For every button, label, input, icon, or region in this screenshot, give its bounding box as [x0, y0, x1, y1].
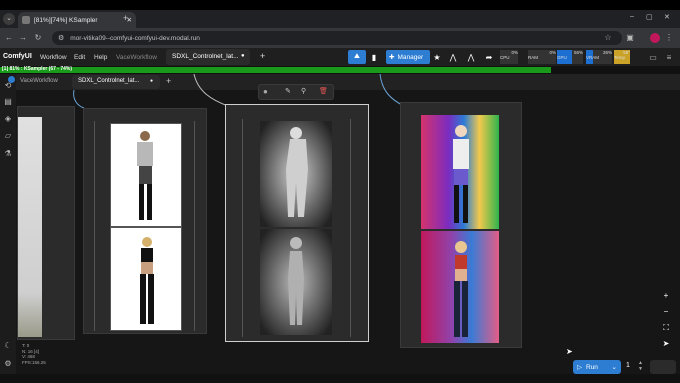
- pin-icon[interactable]: ✎: [285, 87, 291, 95]
- preview-border-left: [94, 121, 95, 331]
- depth-border-right: [350, 119, 351, 337]
- selection-toolbox: ● ✎ ⚲ 🗑: [258, 84, 334, 100]
- output-figure-2-icon: [454, 241, 468, 337]
- color-picker-icon[interactable]: ●: [263, 87, 268, 96]
- info-line-4: FPS:156.25: [22, 359, 46, 365]
- depth-figure-2-icon: [288, 237, 304, 325]
- zoom-in-icon[interactable]: +: [660, 290, 672, 302]
- output-figure-1-icon: [453, 125, 469, 223]
- run-button[interactable]: ▷ Run ⌄: [573, 360, 621, 374]
- batch-stepper[interactable]: ▲ ▼: [638, 360, 643, 372]
- preview-border-right: [194, 121, 195, 331]
- depth-map-node[interactable]: [225, 104, 369, 342]
- delete-icon[interactable]: 🗑: [319, 87, 328, 95]
- depth-map-2: [260, 229, 332, 335]
- fit-view-icon[interactable]: ⛶: [660, 322, 672, 334]
- partial-image-node[interactable]: [17, 106, 75, 340]
- depth-figure-1-icon: [286, 127, 308, 217]
- pan-mode-icon[interactable]: ➤: [660, 338, 672, 350]
- depth-border-left: [242, 119, 243, 337]
- partial-image-preview: [18, 117, 42, 337]
- run-dropdown-icon[interactable]: ⌄: [612, 363, 617, 371]
- woman-figure-1-icon: [137, 131, 153, 220]
- bypass-icon[interactable]: ⚲: [301, 87, 306, 95]
- zoom-out-icon[interactable]: −: [660, 306, 672, 318]
- depth-map-1: [260, 121, 332, 227]
- output-image-node[interactable]: [400, 102, 522, 348]
- status-bar: [0, 374, 680, 383]
- info-panel: T: 0 N: 16 [4] V: 468 FPS:156.25: [22, 343, 46, 365]
- queue-options-button[interactable]: [650, 360, 676, 374]
- play-icon: ▷: [577, 364, 582, 371]
- mouse-cursor-icon: ➤: [566, 347, 573, 356]
- source-image-1: [110, 123, 182, 227]
- output-image-2: [421, 231, 499, 343]
- woman-figure-2-icon: [140, 237, 154, 324]
- run-label: Run: [586, 363, 598, 371]
- source-image-node[interactable]: [83, 108, 207, 334]
- batch-count-input[interactable]: 1: [626, 362, 630, 369]
- output-image-1: [421, 115, 499, 229]
- source-image-2: [110, 227, 182, 331]
